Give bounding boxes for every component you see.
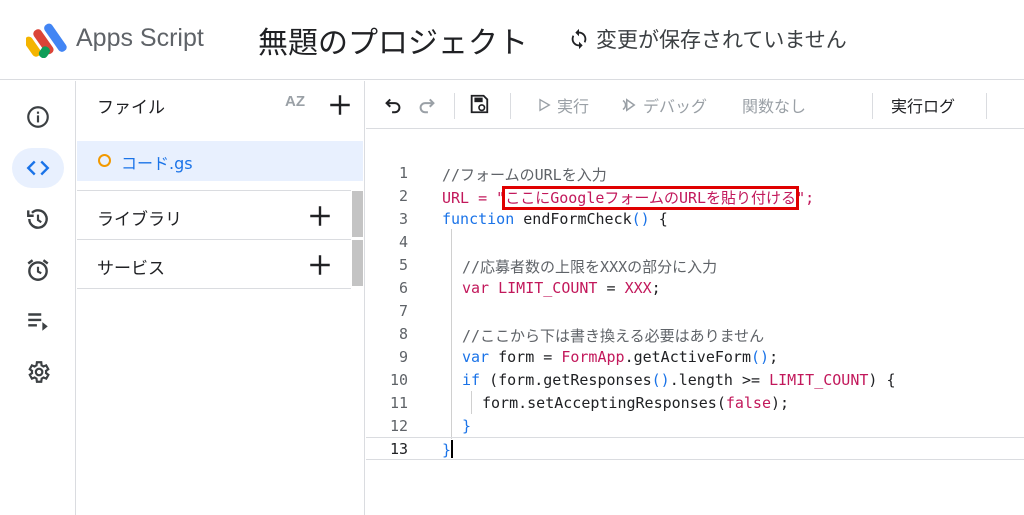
libraries-label: ライブラリ — [97, 210, 182, 230]
url-placeholder-highlight: ここにGoogleフォームのURLを貼り付ける — [502, 186, 800, 210]
save-icon — [470, 94, 489, 114]
run-label: 実行 — [557, 97, 590, 116]
code-line-current: 13 } — [366, 437, 1024, 460]
editor-button[interactable] — [12, 148, 64, 188]
execution-log-label: 実行ログ — [891, 97, 956, 116]
executions-icon — [28, 313, 48, 331]
toolbar-divider — [986, 93, 987, 119]
run-button[interactable]: 実行 — [536, 93, 589, 117]
unsaved-dot-icon — [98, 154, 111, 167]
save-status-text: 変更が保存されていません — [596, 28, 847, 52]
app-name: Apps Script — [76, 24, 204, 52]
gear-icon — [28, 361, 50, 383]
libraries-section: ライブラリ — [77, 190, 351, 240]
app-header: Apps Script 無題のプロジェクト 変更が保存されていません — [0, 0, 1024, 80]
add-file-icon[interactable] — [327, 92, 353, 118]
code-line: 1 //フォームのURLを入力 — [398, 164, 607, 184]
toolbar-divider — [454, 93, 455, 119]
services-section: サービス — [77, 239, 351, 289]
code-editor[interactable]: 1 //フォームのURLを入力 2 URL = "ここにGoogleフォームのU… — [366, 130, 1024, 515]
left-rail — [0, 81, 76, 515]
execution-log-button[interactable]: 実行ログ — [891, 93, 955, 117]
undo-icon — [385, 98, 401, 114]
alarm-icon — [27, 259, 49, 281]
file-name: コード.gs — [121, 154, 193, 173]
triggers-button[interactable] — [12, 250, 64, 290]
editor-toolbar: 実行 デバッグ 関数なし 実行ログ — [366, 81, 1024, 129]
add-library-icon[interactable] — [307, 203, 333, 229]
code-line: 7 — [398, 302, 408, 320]
function-select[interactable]: 関数なし — [742, 93, 806, 117]
code-line: 5 //応募者数の上限をXXXの部分に入力 — [398, 256, 718, 276]
play-icon — [539, 98, 551, 112]
overview-button[interactable] — [12, 97, 64, 137]
text-caret — [451, 440, 454, 458]
save-button[interactable] — [468, 93, 490, 115]
function-label: 関数なし — [742, 97, 807, 116]
files-panel: ファイル AZ コード.gs ライブラリ サービス — [77, 81, 365, 515]
libraries-scrollbar[interactable] — [352, 191, 363, 237]
code-line: 3 function endFormCheck() { — [398, 210, 668, 228]
code-line: 12 } — [389, 417, 472, 435]
debug-icon — [622, 98, 636, 112]
code-line: 10 if (form.getResponses().length >= LIM… — [389, 371, 896, 389]
code-line: 4 — [398, 233, 408, 251]
code-icon — [26, 160, 50, 176]
versions-button[interactable] — [12, 199, 64, 239]
settings-button[interactable] — [12, 352, 64, 392]
file-item-code-gs[interactable]: コード.gs — [77, 141, 363, 181]
code-line: 9 var form = FormApp.getActiveForm(); — [398, 348, 779, 366]
add-service-icon[interactable] — [307, 252, 333, 278]
debug-button[interactable]: デバッグ — [620, 93, 707, 117]
files-header: ファイル AZ — [77, 81, 365, 129]
redo-icon — [419, 98, 435, 114]
code-line: 6 var LIMIT_COUNT = XXX; — [398, 279, 661, 297]
redo-button[interactable] — [416, 93, 438, 115]
history-icon — [27, 209, 48, 229]
save-status: 変更が保存されていません — [568, 24, 847, 54]
toolbar-divider — [872, 93, 873, 119]
executions-button[interactable] — [12, 301, 64, 341]
undo-button[interactable] — [382, 93, 404, 115]
services-scrollbar[interactable] — [352, 240, 363, 286]
code-line: 11 form.setAcceptingResponses(false); — [389, 394, 790, 412]
apps-script-logo[interactable] — [26, 22, 70, 58]
files-label: ファイル — [97, 98, 165, 118]
info-icon — [27, 106, 49, 128]
code-line: 2 URL = "ここにGoogleフォームのURLを貼り付ける"; — [398, 186, 815, 210]
sort-az-icon[interactable]: AZ — [285, 93, 305, 110]
project-title[interactable]: 無題のプロジェクト — [258, 18, 528, 62]
code-line: 8 //ここから下は書き換える必要はありません — [398, 325, 765, 345]
sync-icon — [571, 28, 587, 50]
services-label: サービス — [97, 259, 165, 279]
toolbar-divider — [510, 93, 511, 119]
debug-label: デバッグ — [643, 97, 708, 116]
